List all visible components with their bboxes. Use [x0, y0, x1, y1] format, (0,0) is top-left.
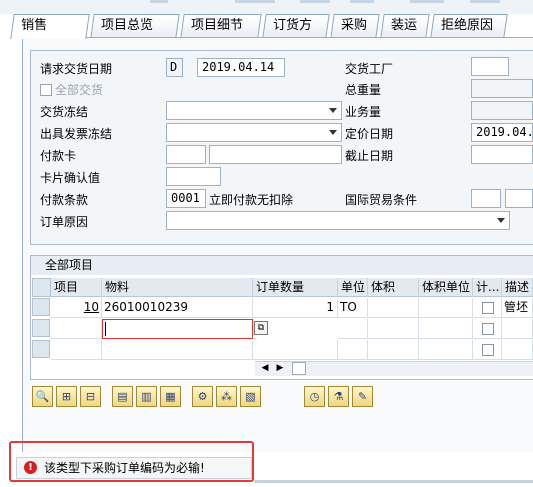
row-volume[interactable]	[368, 319, 419, 339]
incoterms-label: 国际贸易条件	[345, 193, 418, 207]
select-all-icon[interactable]: ▤	[112, 386, 133, 407]
req-delivery-date-type[interactable]: D	[166, 58, 183, 77]
tab-procurement[interactable]: 采购	[330, 14, 380, 38]
scroll-left-icon[interactable]: ◀	[259, 362, 271, 375]
row-unit[interactable]	[338, 319, 368, 339]
payment-card-number-field[interactable]	[209, 145, 342, 164]
details-icon[interactable]: 🔍	[32, 386, 53, 407]
structure-icon[interactable]: ⁂	[216, 386, 237, 407]
tab-item-overview[interactable]: 项目总览	[90, 14, 180, 38]
payment-card-label: 付款卡	[40, 149, 77, 163]
row-calc-checkbox[interactable]	[482, 302, 494, 314]
row-unit[interactable]: TO	[338, 298, 368, 318]
tab-rejection-reason[interactable]: 拒绝原因	[430, 14, 508, 38]
row-calc-checkbox[interactable]	[482, 323, 494, 335]
row-material[interactable]: 26010010239	[102, 298, 253, 318]
row-quantity[interactable]: 1	[253, 298, 338, 318]
text-cursor	[105, 322, 106, 336]
pricing-date-field[interactable]: 2019.04.	[471, 123, 533, 142]
tab-shipping[interactable]: 装运	[380, 14, 430, 38]
column-header-item[interactable]: 项目	[51, 278, 102, 297]
delivery-block-label: 交货冻结	[40, 105, 89, 119]
status-bar-line	[255, 480, 533, 483]
error-icon: !	[24, 461, 37, 474]
volume-label: 业务量	[345, 105, 382, 119]
card-verification-field[interactable]	[166, 167, 221, 186]
column-header-description[interactable]: 描述	[502, 278, 533, 297]
select-all-rows-button[interactable]	[32, 278, 51, 297]
notes-icon[interactable]: ✎	[352, 386, 373, 407]
payment-card-type-field[interactable]	[166, 145, 206, 164]
column-header-unit[interactable]: 单位	[338, 278, 368, 297]
insert-row-icon[interactable]: ⊞	[56, 386, 77, 407]
row-volume[interactable]	[368, 340, 419, 360]
deselect-icon[interactable]: ▥	[136, 386, 157, 407]
payment-terms-desc: 立即付款无扣除	[209, 193, 294, 207]
scroll-thumb[interactable]	[292, 362, 306, 375]
row-item-number[interactable]	[51, 319, 102, 339]
req-delivery-date-field[interactable]: 2019.04.14	[197, 58, 285, 77]
cutoff-date-label: 截止日期	[345, 149, 394, 163]
block-icon[interactable]: ▦	[160, 386, 181, 407]
delivery-plant-label: 交货工厂	[345, 62, 394, 76]
payment-terms-code-field[interactable]: 0001	[166, 189, 206, 208]
row-material[interactable]	[102, 340, 253, 360]
row-description[interactable]: 管坯	[502, 298, 533, 318]
total-weight-label: 总重量	[345, 83, 382, 97]
row-item-number[interactable]	[51, 340, 102, 360]
row-volume[interactable]	[368, 298, 419, 318]
delivery-plant-field[interactable]	[471, 57, 509, 76]
cutoff-date-field[interactable]	[471, 145, 533, 164]
batch-icon[interactable]: ⚗	[328, 386, 349, 407]
card-verification-label: 卡片确认值	[40, 171, 101, 185]
delivery-block-select[interactable]	[166, 101, 342, 120]
pricing-date-label: 定价日期	[345, 127, 394, 141]
row-quantity[interactable]	[253, 340, 338, 360]
row-unit[interactable]	[338, 340, 368, 360]
order-reason-select[interactable]	[166, 211, 510, 230]
column-header-quantity[interactable]: 订单数量	[253, 278, 338, 297]
row-selector[interactable]	[32, 340, 50, 358]
row-volume-unit[interactable]	[419, 340, 473, 360]
tab-item-detail[interactable]: 项目细节	[180, 14, 262, 38]
order-reason-label: 订单原因	[40, 215, 89, 229]
incoterms-code-field[interactable]	[471, 189, 501, 208]
row-description[interactable]	[502, 340, 533, 360]
status-message[interactable]: 该类型下采购订单编码为必输!	[44, 460, 205, 476]
items-table-title: 全部项目	[31, 256, 533, 275]
column-header-volume-unit[interactable]: 体积单位	[419, 278, 473, 297]
row-calc-checkbox[interactable]	[482, 344, 494, 356]
incoterms-desc-field[interactable]	[505, 189, 533, 208]
row-volume-unit[interactable]	[419, 319, 473, 339]
column-header-calc[interactable]: 计...	[473, 278, 502, 297]
payment-terms-label: 付款条款	[40, 193, 89, 207]
billing-block-label: 出具发票冻结	[40, 127, 113, 141]
value-help-icon[interactable]: ⧉	[254, 321, 268, 335]
top-strip	[0, 0, 533, 14]
row-description[interactable]	[502, 319, 533, 339]
column-header-material[interactable]: 物料	[102, 278, 253, 297]
tab-ordering-party[interactable]: 订货方	[262, 14, 330, 38]
complete-delivery-label: 全部交货	[55, 83, 104, 97]
config-icon[interactable]: ⚙	[192, 386, 213, 407]
delete-row-icon[interactable]: ⊟	[80, 386, 101, 407]
tab-sales[interactable]: 销售	[10, 14, 90, 39]
scroll-right-icon[interactable]: ▶	[274, 362, 286, 375]
billing-block-select[interactable]	[166, 123, 342, 142]
reschedule-icon[interactable]: ◷	[304, 386, 325, 407]
req-delivery-date-label: 请求交货日期	[40, 62, 113, 76]
row-item-number[interactable]: 10	[51, 298, 102, 318]
row-selector[interactable]	[32, 298, 50, 316]
table-settings-icon[interactable]: ▧	[240, 386, 261, 407]
row-volume-unit[interactable]	[419, 298, 473, 318]
total-weight-field	[471, 79, 533, 98]
volume-field	[471, 101, 533, 120]
complete-delivery-checkbox[interactable]	[40, 84, 52, 96]
row-selector[interactable]	[32, 319, 50, 337]
row-material-input-active[interactable]	[102, 319, 253, 339]
column-header-volume[interactable]: 体积	[368, 278, 419, 297]
